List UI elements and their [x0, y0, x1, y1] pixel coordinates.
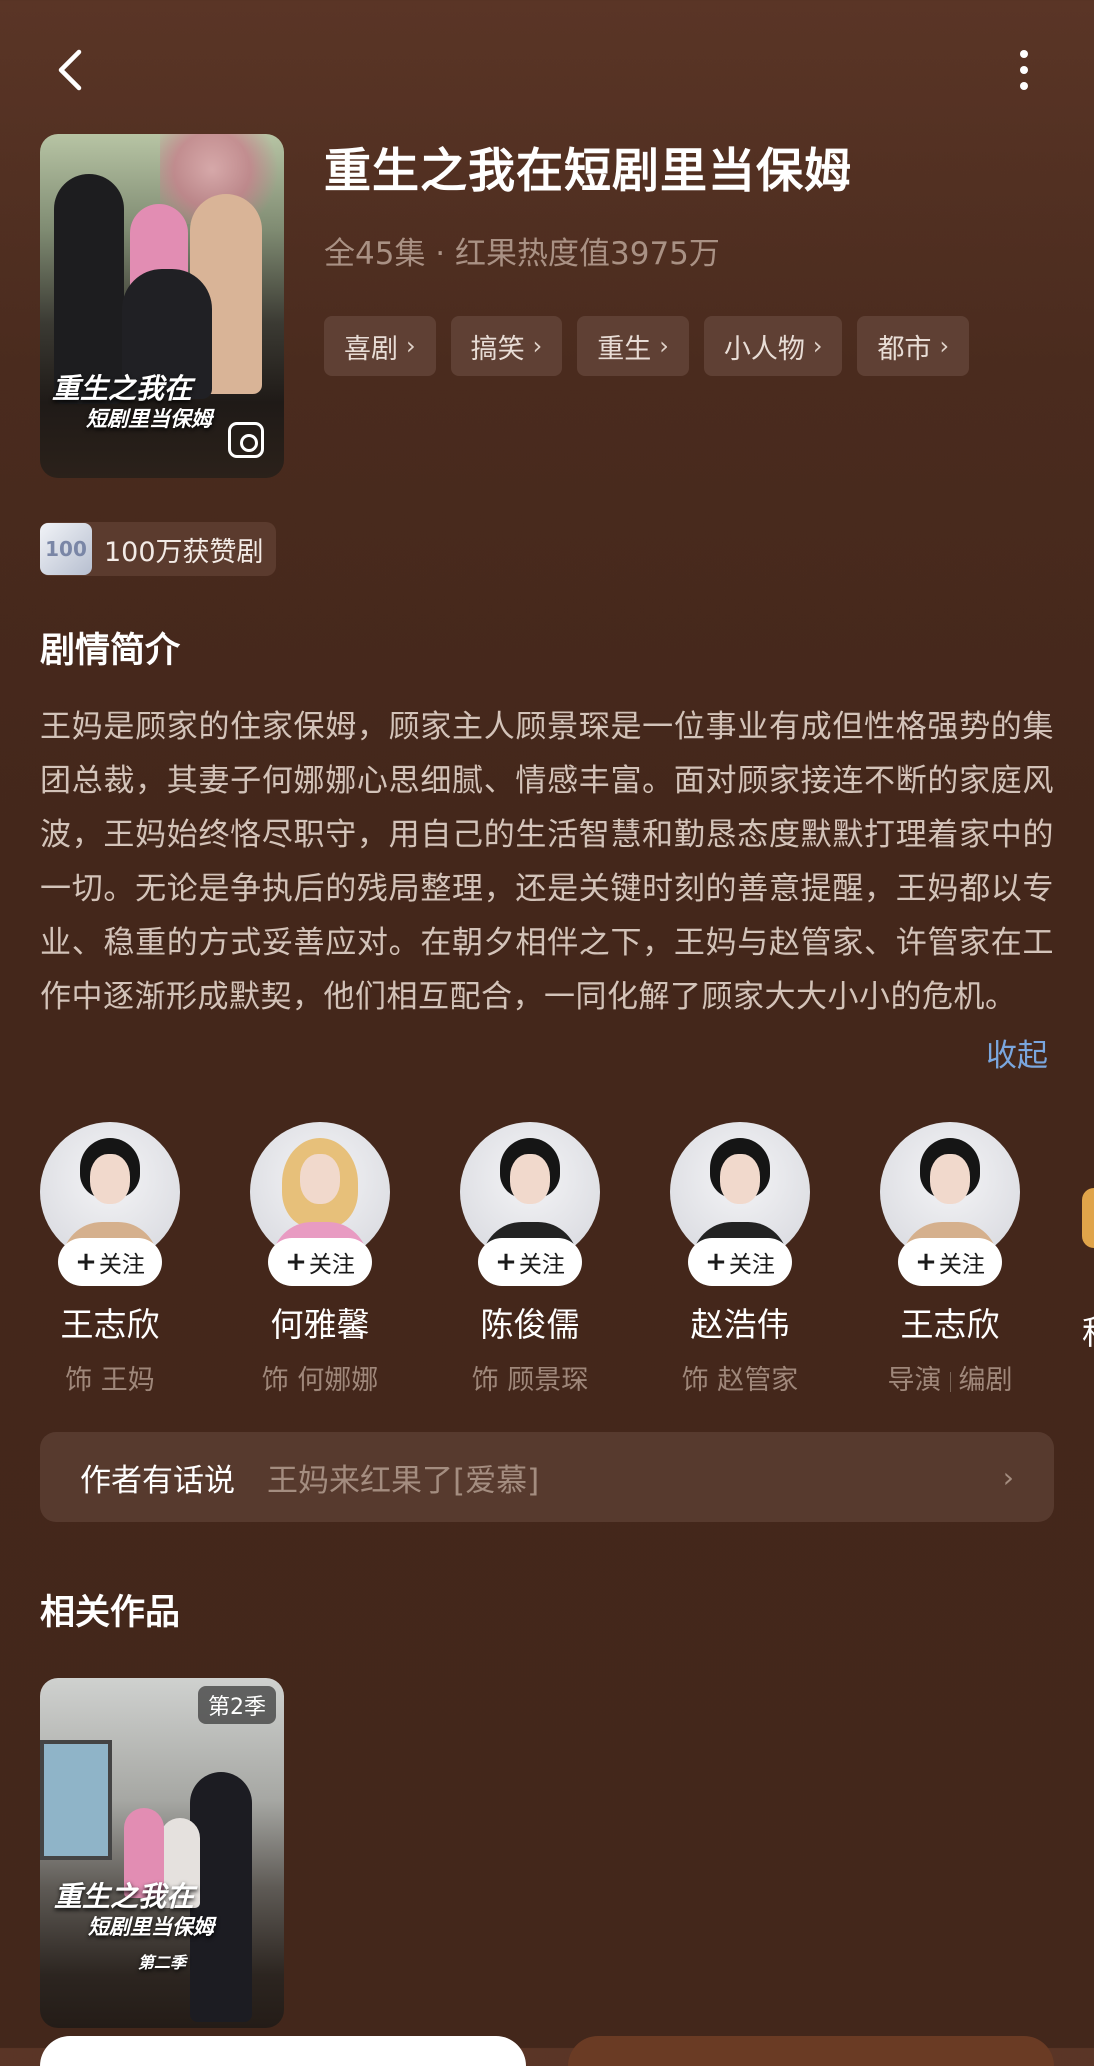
chevron-right-icon: ›: [812, 332, 823, 360]
follow-button[interactable]: + 关注: [688, 1238, 792, 1286]
show-poster[interactable]: 重生之我在 短剧里当保姆: [40, 134, 284, 478]
award-badge[interactable]: 100 100万获赞剧: [40, 522, 276, 576]
cast-member[interactable]: + 关注 王志欣 导演 编剧: [880, 1122, 1020, 1397]
plus-icon: +: [75, 1247, 97, 1277]
tag-funny[interactable]: 搞笑 ›: [450, 316, 563, 376]
plus-icon: +: [495, 1247, 517, 1277]
award-100-icon: 100: [40, 523, 92, 575]
cast-member[interactable]: + 关注 何雅馨 饰 何娜娜: [250, 1122, 390, 1397]
poster-figure: [54, 174, 124, 404]
author-note-text: 王妈来红果了[爱慕]: [267, 1462, 540, 1499]
plus-icon: +: [285, 1247, 307, 1277]
bottom-action-left[interactable]: [40, 2036, 526, 2066]
chevron-right-icon: ›: [532, 332, 543, 360]
cast-list: + 关注 王志欣 饰 王妈 + 关注 何雅馨 饰 何娜娜 + 关注 陈俊儒 饰 顾景琛…: [40, 1122, 1020, 1397]
bottom-action-right[interactable]: [568, 2036, 1054, 2066]
follow-button[interactable]: + 关注: [478, 1238, 582, 1286]
show-meta: 全45集 · 红果热度值3975万: [324, 236, 720, 272]
more-options-button[interactable]: [1004, 44, 1044, 96]
tag-list: 喜剧 › 搞笑 › 重生 › 小人物 › 都市 ›: [324, 316, 970, 376]
cast-role: 饰 王妈: [65, 1365, 155, 1396]
season-badge: 第2季: [198, 1686, 276, 1724]
divider: [949, 1371, 951, 1392]
synopsis-heading: 剧情简介: [40, 631, 181, 671]
cast-member[interactable]: + 关注 赵浩伟 饰 赵管家: [670, 1122, 810, 1397]
cast-avatar-peek[interactable]: [1082, 1188, 1094, 1248]
cast-name: 王志欣: [60, 1305, 160, 1344]
cast-member[interactable]: + 关注 王志欣 饰 王妈: [40, 1122, 180, 1397]
follow-button[interactable]: + 关注: [898, 1238, 1002, 1286]
cast-name: 何雅馨: [270, 1305, 370, 1344]
more-vertical-icon: [1020, 50, 1028, 58]
chevron-right-icon: ›: [659, 332, 669, 360]
chevron-right-icon: ›: [406, 332, 416, 360]
show-title: 重生之我在短剧里当保姆: [324, 144, 852, 199]
follow-button[interactable]: + 关注: [268, 1238, 372, 1286]
related-title: 重生之我在 短剧里当保姆 第二季: [54, 1880, 214, 1973]
plus-icon: +: [705, 1247, 727, 1277]
author-note-label: 作者有话说: [80, 1462, 235, 1499]
tag-ordinary-people[interactable]: 小人物 ›: [703, 316, 843, 376]
plus-icon: +: [915, 1247, 937, 1277]
tag-rebirth[interactable]: 重生 ›: [577, 316, 689, 376]
cast-name: 赵浩伟: [690, 1305, 790, 1344]
synopsis-text: 王妈是顾家的住家保姆，顾家主人顾景琛是一位事业有成但性格强势的集团总裁，其妻子何…: [40, 709, 1054, 1015]
cast-name: 王志欣: [900, 1305, 1000, 1344]
cast-member[interactable]: + 关注 陈俊儒 饰 顾景琛: [460, 1122, 600, 1397]
chevron-right-icon: ›: [939, 332, 950, 360]
chevron-right-icon: ›: [1002, 1460, 1014, 1494]
related-heading: 相关作品: [40, 1593, 181, 1633]
follow-button[interactable]: + 关注: [58, 1238, 162, 1286]
author-note[interactable]: 作者有话说 王妈来红果了[爱慕] ›: [40, 1432, 1054, 1522]
related-work-card[interactable]: 第2季 重生之我在 短剧里当保姆 第二季: [40, 1678, 284, 2028]
cast-role: 导演 编剧: [887, 1365, 1013, 1396]
chevron-left-icon: [58, 49, 82, 91]
cast-role: 饰 何娜娜: [261, 1365, 379, 1396]
cast-role: 饰 赵管家: [681, 1365, 799, 1396]
tag-comedy[interactable]: 喜剧 ›: [324, 316, 436, 376]
cast-name: 陈俊儒: [480, 1305, 580, 1344]
play-history-icon: [228, 422, 264, 458]
cast-role: 饰 顾景琛: [471, 1365, 589, 1396]
collapse-link[interactable]: 收起: [986, 1030, 1048, 1075]
award-label: 100万获赞剧: [104, 536, 264, 568]
back-button[interactable]: [48, 44, 92, 96]
cast-name-peek: 程: [1082, 1306, 1094, 1354]
tag-urban[interactable]: 都市 ›: [857, 316, 970, 376]
